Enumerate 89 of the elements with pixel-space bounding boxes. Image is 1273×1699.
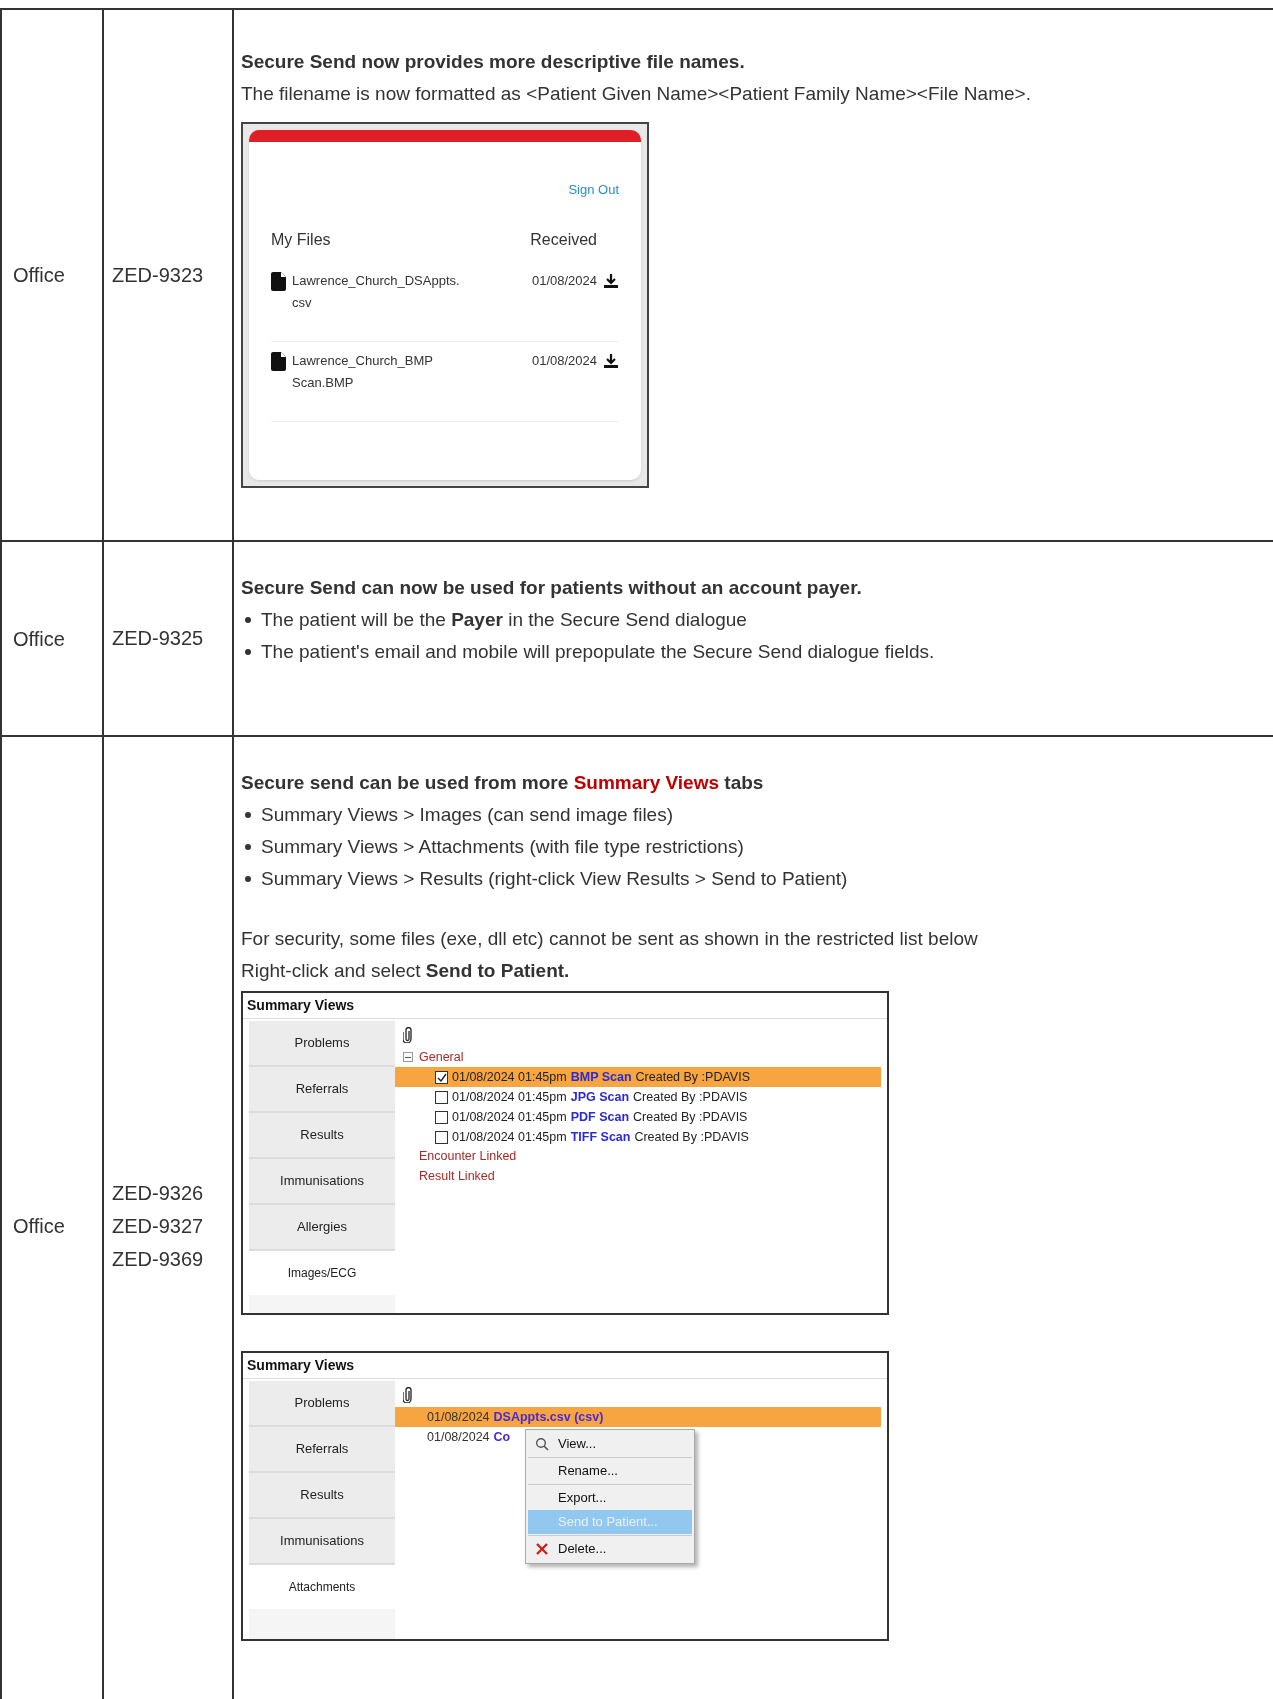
item-timestamp: 01/08/2024 01:45pm <box>452 1088 567 1106</box>
item-name: DSAppts.csv (csv) <box>493 1408 604 1426</box>
section-heading: Secure Send now provides more descriptive file names. <box>241 50 746 74</box>
bullet-icon <box>245 812 251 818</box>
item-timestamp: 01/08/2024 01:45pm <box>452 1108 567 1126</box>
menu-item[interactable]: Rename... <box>528 1459 692 1483</box>
delete-icon <box>536 1543 548 1555</box>
ticket-id: ZED-9323 <box>112 262 205 288</box>
file-name: Scan.BMP <box>292 373 355 392</box>
item-date: 01/08/2024 <box>427 1428 490 1446</box>
item-timestamp: 01/08/2024 01:45pm <box>452 1128 567 1146</box>
side-tab[interactable]: Referrals <box>249 1427 395 1473</box>
checkbox[interactable] <box>435 1070 448 1084</box>
list-row[interactable]: 01/08/2024 DSAppts.csv (csv) <box>395 1407 881 1427</box>
ticket-id: ZED-9325 <box>112 626 205 651</box>
side-tab[interactable]: Problems <box>249 1021 395 1067</box>
paragraph: Right-click and select Send to Patient. <box>241 959 571 983</box>
item-name: JPG Scan <box>570 1088 630 1106</box>
checkbox[interactable] <box>435 1110 448 1124</box>
section-heading: Secure send can be used from more Summary Views tabs <box>241 771 765 795</box>
paperclip-icon <box>403 1387 412 1403</box>
menu-item[interactable]: View... <box>528 1432 692 1456</box>
download-icon[interactable] <box>603 272 619 289</box>
paragraph: For security, some files (exe, dll etc) cannot be sent as shown in the restricted list below <box>241 927 979 951</box>
item-name: PDF Scan <box>570 1108 630 1126</box>
paragraph: The filename is now formatted as <Patient Given Name><Patient Family Name><File Name>. <box>241 82 1032 106</box>
side-tab[interactable]: Problems <box>249 1381 395 1427</box>
ticket-id: ZED-9326 <box>112 1180 205 1206</box>
item-name: Co <box>493 1428 511 1446</box>
tree-row[interactable]: 01/08/2024 01:45pm JPG Scan Created By :PDAVIS <box>395 1087 881 1107</box>
bullet-icon <box>245 617 251 623</box>
panel-title: Summary Views <box>243 1353 887 1379</box>
bullet-text: Summary Views > Results (right-click View Results > Send to Patient) <box>261 867 848 891</box>
received-date: 01/08/2024 <box>531 351 597 370</box>
menu-item[interactable]: Export... <box>528 1486 692 1510</box>
bullet-icon <box>245 649 251 655</box>
search-icon <box>535 1437 549 1451</box>
side-tab[interactable]: Attachments <box>249 1565 395 1609</box>
bullet-text: The patient will be the Payer in the Secure Send dialogue <box>261 608 747 632</box>
collapse-toggle-icon[interactable] <box>403 1052 413 1062</box>
ticket-id: ZED-9327 <box>112 1213 205 1239</box>
section-heading: Secure Send can now be used for patients without an account payer. <box>241 576 863 600</box>
download-icon[interactable] <box>603 352 619 369</box>
item-date: 01/08/2024 <box>427 1408 490 1426</box>
table-cell: Office <box>2 542 104 735</box>
tree-group[interactable]: General <box>419 1047 464 1067</box>
paperclip-icon <box>403 1027 412 1043</box>
checkbox[interactable] <box>435 1090 448 1104</box>
side-tab[interactable]: Referrals <box>249 1067 395 1113</box>
item-author: Created By :PDAVIS <box>633 1108 748 1126</box>
bullet-text: The patient's email and mobile will prepopulate the Secure Send dialogue fields. <box>261 640 935 664</box>
bullet-text: Summary Views > Attachments (with file type restrictions) <box>261 835 744 859</box>
item-name: BMP Scan <box>570 1068 632 1086</box>
side-tab[interactable]: Results <box>249 1473 395 1519</box>
item-author: Created By :PDAVIS <box>634 1128 749 1146</box>
bullet-icon <box>245 844 251 850</box>
bullet-icon <box>245 876 251 882</box>
tree-row[interactable]: 01/08/2024 01:45pm BMP Scan Created By :PDAVIS <box>395 1067 881 1087</box>
item-timestamp: 01/08/2024 01:45pm <box>452 1068 567 1086</box>
side-tab[interactable]: Images/ECG <box>249 1251 395 1295</box>
list-row[interactable]: 01/08/2024 Co <box>395 1427 511 1447</box>
file-icon <box>271 271 286 291</box>
side-tab[interactable]: Immunisations <box>249 1519 395 1565</box>
ticket-id: ZED-9369 <box>112 1246 205 1272</box>
received-date: 01/08/2024 <box>531 271 597 290</box>
file-icon <box>271 351 286 371</box>
panel-title: Summary Views <box>243 993 887 1019</box>
file-name: csv <box>292 293 313 312</box>
column-header: My Files <box>271 229 331 250</box>
column-header: Received <box>530 229 597 250</box>
menu-item[interactable]: Delete... <box>528 1537 692 1561</box>
tree-group[interactable]: Encounter Linked <box>403 1147 881 1167</box>
item-author: Created By :PDAVIS <box>633 1088 748 1106</box>
bullet-text: Summary Views > Images (can send image files) <box>261 803 673 827</box>
side-tab[interactable]: Immunisations <box>249 1159 395 1205</box>
file-name: Lawrence_Church_BMP <box>292 351 434 370</box>
check-icon <box>436 1072 447 1082</box>
table-cell: Office <box>2 737 104 1699</box>
file-name: Lawrence_Church_DSAppts. <box>292 271 461 290</box>
tree-row[interactable]: 01/08/2024 01:45pm PDF Scan Created By :PDAVIS <box>395 1107 881 1127</box>
sign-out-link[interactable]: Sign Out <box>568 180 619 200</box>
item-name: TIFF Scan <box>570 1128 631 1146</box>
table-cell: Office <box>2 10 104 540</box>
tree-row[interactable]: 01/08/2024 01:45pm TIFF Scan Created By :PDAVIS <box>395 1127 881 1147</box>
item-author: Created By :PDAVIS <box>635 1068 750 1086</box>
side-tab[interactable]: Allergies <box>249 1205 395 1251</box>
tree-group[interactable]: Result Linked <box>403 1167 881 1187</box>
side-tab[interactable]: Results <box>249 1113 395 1159</box>
checkbox[interactable] <box>435 1130 448 1144</box>
